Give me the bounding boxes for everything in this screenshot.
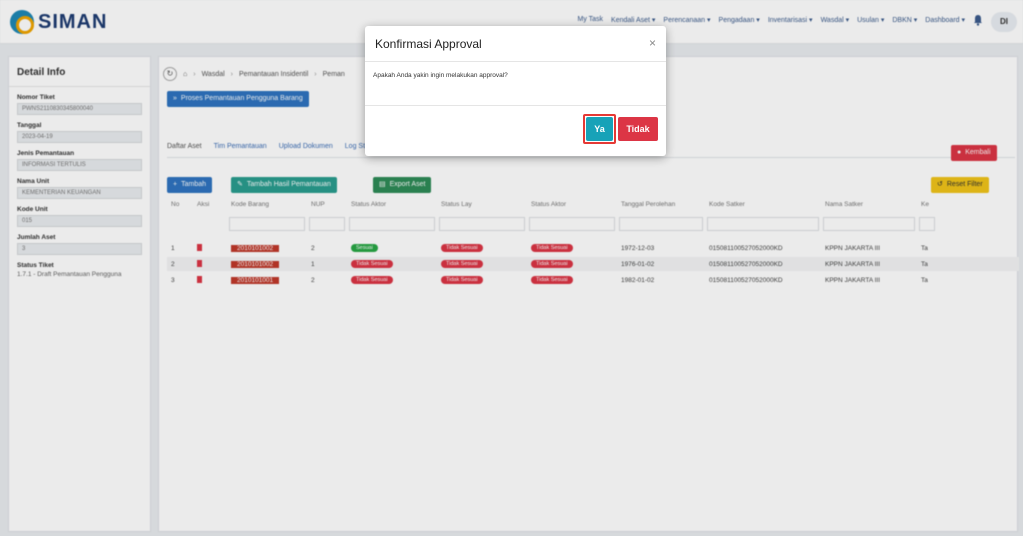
modal-message: Apakah Anda yakin ingin melakukan approv… [365, 62, 666, 106]
close-icon[interactable]: × [649, 36, 656, 50]
modal-title: Konfirmasi Approval [375, 37, 482, 51]
approval-modal: Konfirmasi Approval × Apakah Anda yakin … [365, 26, 666, 156]
ya-button[interactable]: Ya [586, 117, 613, 141]
tidak-button[interactable]: Tidak [618, 117, 658, 141]
